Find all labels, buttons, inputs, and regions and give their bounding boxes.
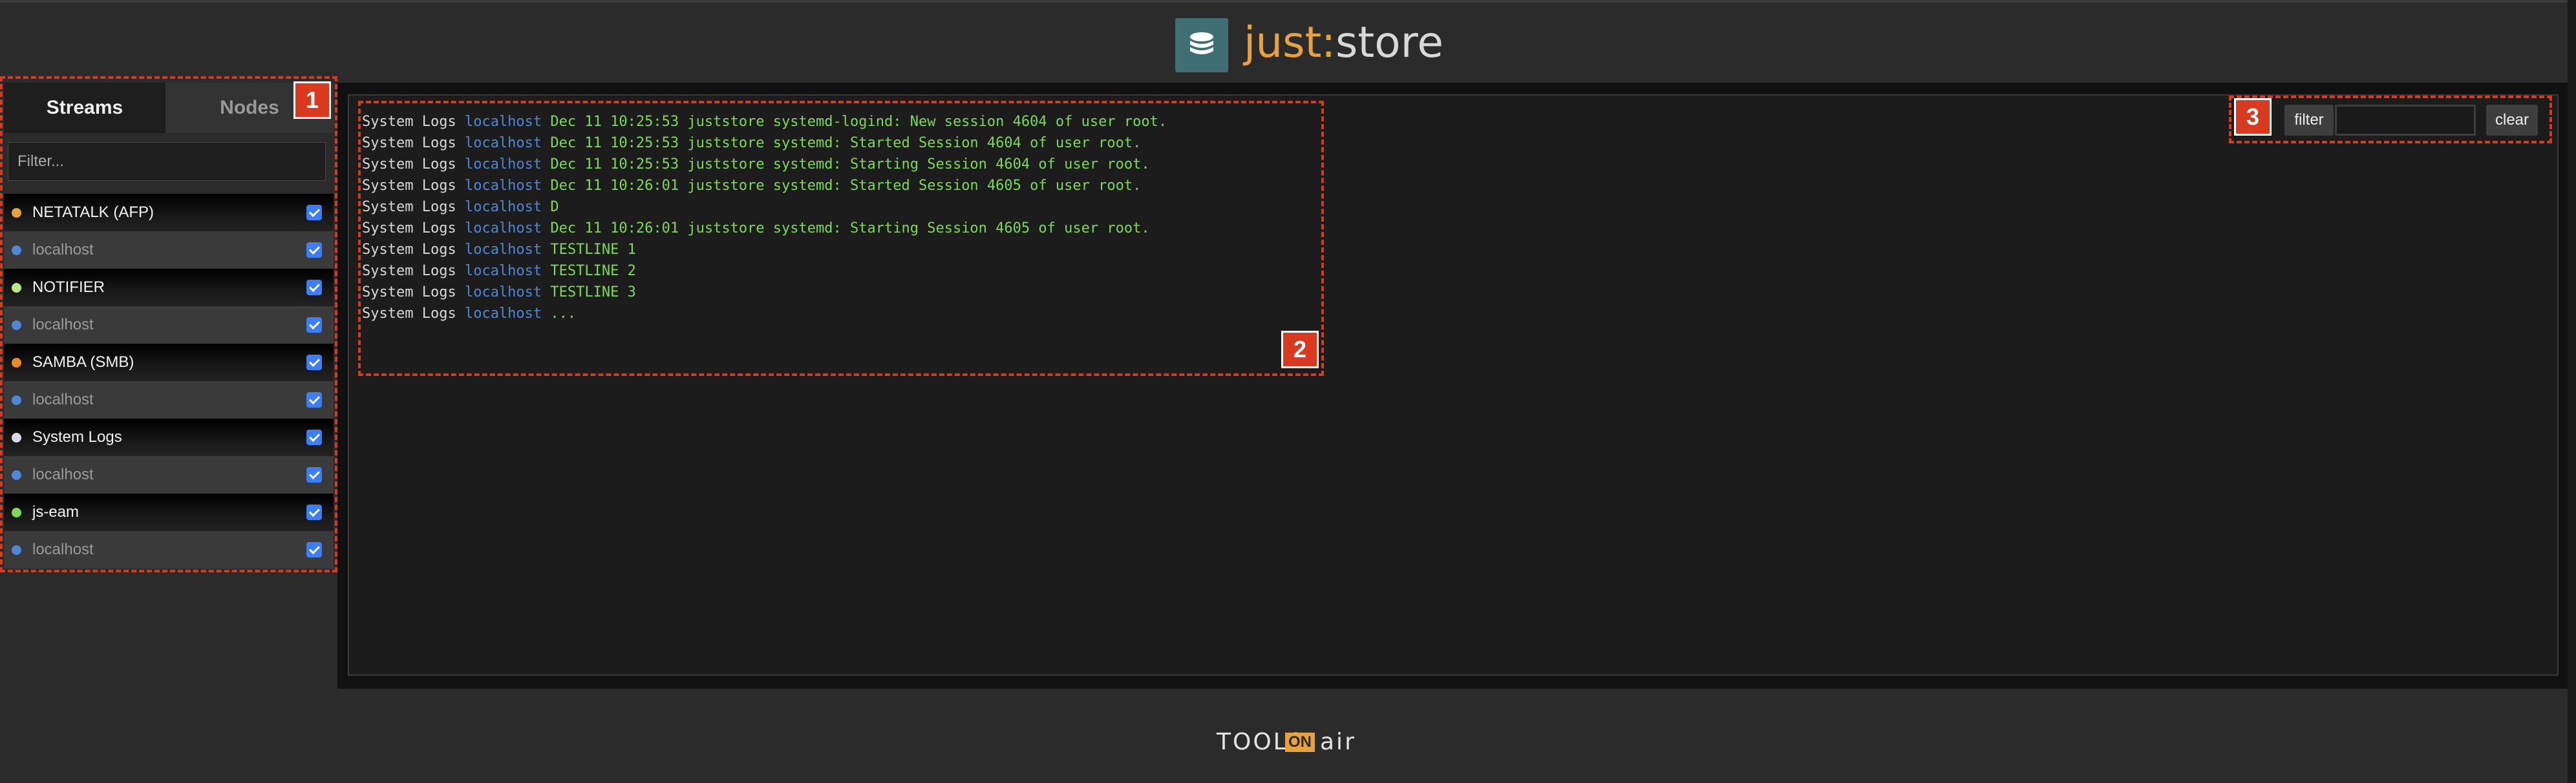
brand-colon: : — [1321, 17, 1336, 67]
annotation-badge-1: 1 — [293, 81, 331, 119]
annotation-badge-2: 2 — [1281, 331, 1319, 368]
annotation-box-1 — [0, 76, 337, 572]
footer-air-text: air — [1320, 729, 1356, 755]
annotation-badge-3: 3 — [2234, 98, 2272, 136]
footer-on-badge: ON — [1285, 733, 1315, 752]
annotation-box-2 — [358, 101, 1324, 376]
database-icon — [1175, 18, 1228, 72]
window-scroll-edge — [2568, 0, 2576, 783]
brand-store: store — [1336, 17, 1443, 67]
brand-just: just — [1244, 17, 1322, 67]
annotation-box-3 — [2229, 96, 2552, 143]
